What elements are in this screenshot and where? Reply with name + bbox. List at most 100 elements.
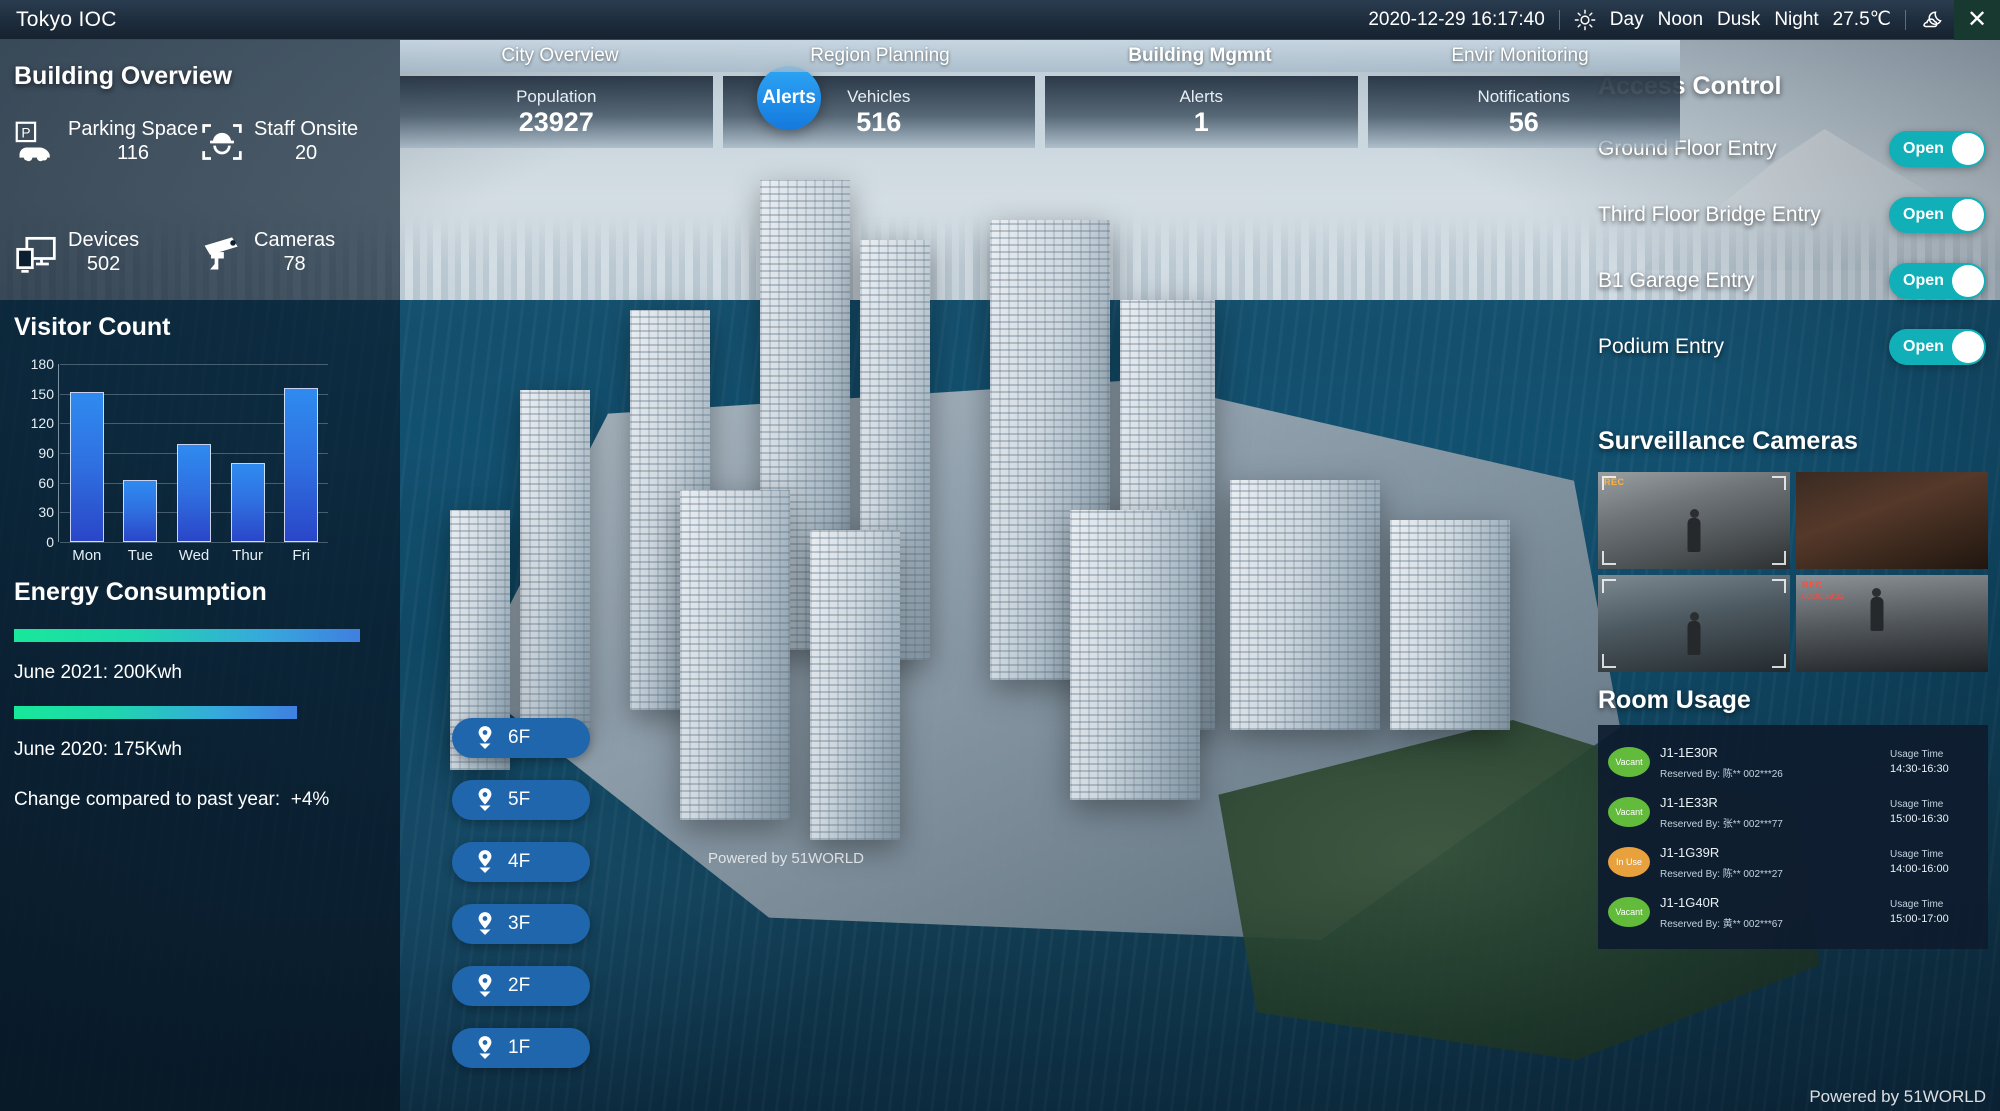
access-control-row-1: Third Floor Bridge EntryOpen	[1598, 197, 1986, 233]
room-reserved-by: Reserved By: 黄** 002***67	[1660, 915, 1880, 930]
map-pin-down-icon	[474, 974, 496, 998]
main-nav-tabs: City Overview Region Planning Building M…	[400, 40, 1680, 72]
building-overview-title: Building Overview	[14, 62, 386, 91]
toggle-knob	[1952, 331, 1984, 363]
y-tick-label: 60	[38, 475, 54, 491]
status-badge: Vacant	[1608, 747, 1650, 777]
floor-button-3f[interactable]: 3F	[452, 904, 590, 944]
room-usage-row[interactable]: In UseJ1-1G39RReserved By: 陈** 002***27U…	[1608, 837, 1978, 887]
time-mode-noon[interactable]: Noon	[1658, 9, 1703, 31]
y-tick-label: 120	[31, 415, 54, 431]
status-badge: Vacant	[1608, 897, 1650, 927]
frame-corner	[1602, 579, 1616, 593]
camera-feed-garage-cam[interactable]	[1598, 575, 1790, 672]
bar-tue[interactable]	[123, 364, 157, 542]
status-badge: Vacant	[1608, 797, 1650, 827]
frame-corner	[1602, 654, 1616, 668]
stat-value: 502	[87, 253, 120, 275]
x-tick-label: Fri	[284, 547, 318, 564]
bar-fill	[284, 388, 318, 542]
floor-selector: 6F 5F 4F 3F 2F 1F	[452, 718, 590, 1090]
floor-label: 4F	[508, 851, 530, 873]
floor-button-5f[interactable]: 5F	[452, 780, 590, 820]
room-usage-time: Usage Time 15:00-16:30	[1890, 799, 1978, 825]
bar-fill	[177, 444, 211, 542]
y-tick-label: 150	[31, 386, 54, 402]
bar-mon[interactable]	[70, 364, 104, 542]
tab-envir-monitoring[interactable]: Envir Monitoring	[1360, 45, 1680, 67]
kpi-value: 1	[1194, 107, 1209, 138]
toggle-knob	[1952, 133, 1984, 165]
frame-corner	[1772, 551, 1786, 565]
bar-fri[interactable]	[284, 364, 318, 542]
stat-value: 78	[283, 253, 305, 275]
bar-wed[interactable]	[177, 364, 211, 542]
stat-text: Devices 502	[68, 228, 139, 277]
watermark-corner: Powered by 51WORLD	[1809, 1087, 1986, 1107]
alerts-bubble-button[interactable]: Alerts	[757, 66, 821, 130]
access-control-row-2: B1 Garage Entry Open	[1598, 263, 1986, 299]
map-pin-down-icon	[474, 850, 496, 874]
tab-city-overview[interactable]: City Overview	[400, 45, 720, 67]
sun-icon[interactable]	[1574, 9, 1596, 31]
time-mode-night[interactable]: Night	[1774, 9, 1818, 31]
tab-building-mgmnt[interactable]: Building Mgmnt	[1040, 45, 1360, 67]
room-usage-row[interactable]: VacantJ1-1E30RReserved By: 陈** 002***26U…	[1608, 737, 1978, 787]
right-sidebar: Access Control Ground Floor EntryOpenThi…	[1580, 40, 2000, 1111]
floor-button-4f[interactable]: 4F	[452, 842, 590, 882]
access-control-row-3: Podium EntryOpen	[1598, 329, 1986, 365]
watermark-center: Powered by 51WORLD	[708, 850, 864, 867]
chart-bars	[60, 364, 328, 542]
toggle-state-label: Open	[1889, 272, 1944, 290]
energy-bar-2021	[14, 629, 360, 642]
visitor-count-chart: 0306090120150180 MonTueWedThurFri	[14, 364, 344, 564]
room-usage-list: VacantJ1-1E30RReserved By: 陈** 002***26U…	[1598, 725, 1988, 949]
x-tick-label: Wed	[177, 547, 211, 564]
kpi-card-row: Population 23927 Vehicles 516 Alerts 1 N…	[400, 76, 1680, 148]
access-toggle-0[interactable]: Open	[1889, 131, 1986, 167]
stat-devices[interactable]: Devices 502	[14, 228, 200, 277]
cloud-moon-icon[interactable]	[1920, 8, 1944, 32]
kpi-label: Vehicles	[847, 86, 910, 107]
person-silhouette	[1688, 518, 1701, 552]
room-usage-row[interactable]: VacantJ1-1G40RReserved By: 黄** 002***67U…	[1608, 887, 1978, 937]
tab-region-planning[interactable]: Region Planning	[720, 45, 1040, 67]
access-control-list: Ground Floor EntryOpenThird Floor Bridge…	[1598, 131, 1986, 365]
access-point-label: B1 Garage Entry	[1598, 269, 1754, 293]
room-id: J1-1G39R	[1660, 845, 1719, 860]
usage-time-value: 15:00-16:30	[1890, 813, 1978, 825]
stat-parking-space[interactable]: P Parking Space 116	[14, 117, 200, 166]
usage-time-label: Usage Time	[1890, 849, 1978, 860]
kpi-label: Population	[516, 86, 596, 107]
close-icon[interactable]: ✕	[1954, 0, 2000, 40]
room-usage-row[interactable]: VacantJ1-1E33RReserved By: 张** 002***77U…	[1608, 787, 1978, 837]
time-mode-day[interactable]: Day	[1610, 9, 1644, 31]
floor-button-6f[interactable]: 6F	[452, 718, 590, 758]
devices-icon	[14, 231, 58, 275]
access-toggle-3[interactable]: Open	[1889, 329, 1986, 365]
camera-feed-lobby-cam[interactable]: REC 00:00:39:32	[1796, 575, 1988, 672]
bar-thur[interactable]	[231, 364, 265, 542]
access-toggle-1[interactable]: Open	[1889, 197, 1986, 233]
stat-cameras[interactable]: Cameras 78	[200, 228, 386, 277]
bar-fill	[70, 392, 104, 542]
x-tick-label: Mon	[70, 547, 104, 564]
status-badge: In Use	[1608, 847, 1650, 877]
kpi-card-alerts[interactable]: Alerts 1	[1045, 76, 1358, 148]
kpi-card-notifications[interactable]: Notifications 56	[1368, 76, 1681, 148]
x-tick-label: Tue	[123, 547, 157, 564]
parking-car-icon: P	[14, 120, 58, 164]
time-mode-dusk[interactable]: Dusk	[1717, 9, 1760, 31]
stat-staff-onsite[interactable]: Staff Onsite 20	[200, 117, 386, 166]
stat-label: Devices	[68, 229, 139, 251]
building-overview-stats: P Parking Space 116 Staff Onsi	[14, 117, 386, 277]
kpi-card-population[interactable]: Population 23927	[400, 76, 713, 148]
access-toggle-2[interactable]: Open	[1889, 263, 1986, 299]
usage-time-label: Usage Time	[1890, 799, 1978, 810]
chart-plot-area: 0306090120150180	[60, 364, 328, 542]
usage-time-value: 14:00-16:00	[1890, 863, 1978, 875]
floor-button-2f[interactable]: 2F	[452, 966, 590, 1006]
camera-feed-corridor-cam[interactable]: REC	[1598, 472, 1790, 569]
floor-button-1f[interactable]: 1F	[452, 1028, 590, 1068]
camera-feed-office-cam[interactable]	[1796, 472, 1988, 569]
